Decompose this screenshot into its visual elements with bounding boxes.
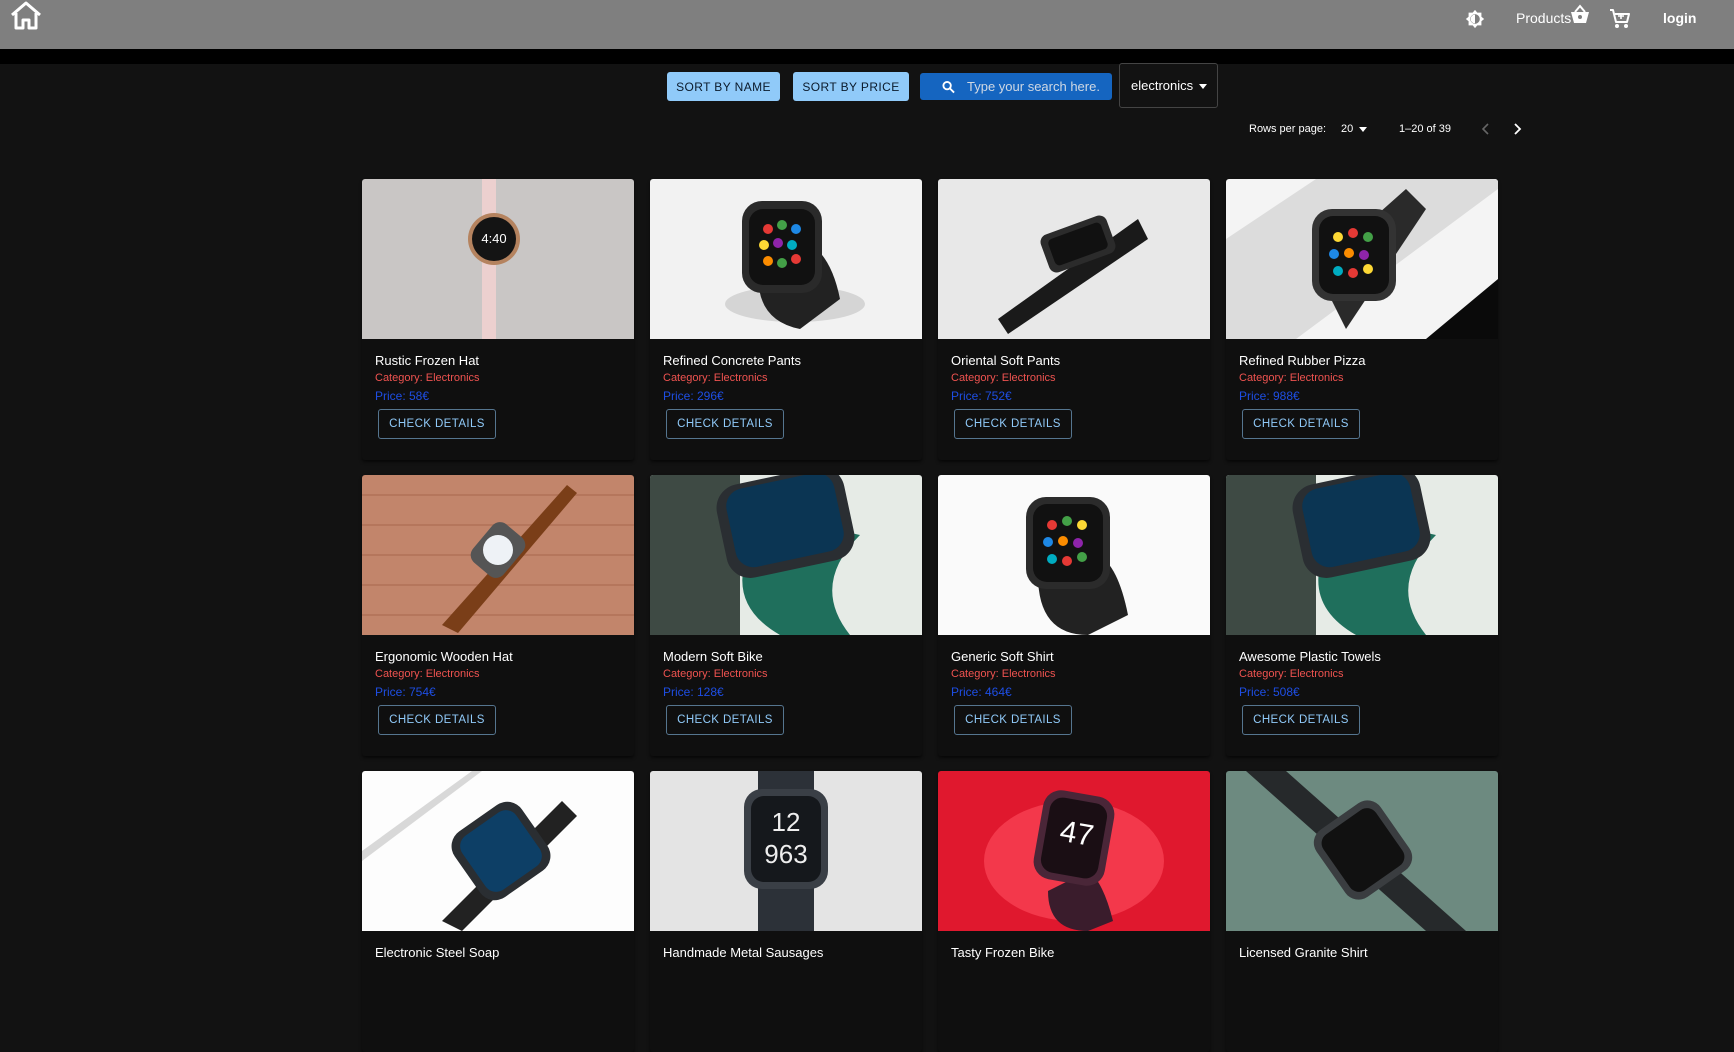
search-input[interactable] xyxy=(967,79,1112,94)
product-title: Refined Concrete Pants xyxy=(663,353,802,368)
product-card: Generic Soft Shirt Category: Electronics… xyxy=(938,475,1210,756)
shopping-basket-icon xyxy=(1571,4,1589,23)
search-field[interactable] xyxy=(920,73,1112,100)
rows-per-page-select[interactable]: 20 xyxy=(1341,123,1368,135)
product-title: Handmade Metal Sausages xyxy=(663,945,824,960)
nav-products-link[interactable]: Products xyxy=(1516,10,1571,26)
product-title: Electronic Steel Soap xyxy=(375,945,500,960)
product-title: Tasty Frozen Bike xyxy=(951,945,1055,960)
app-bar-shadow-band xyxy=(0,49,1734,64)
product-title: Oriental Soft Pants xyxy=(951,353,1061,368)
product-image: 12 963 xyxy=(650,771,922,931)
category-select[interactable]: electronics xyxy=(1119,63,1218,108)
product-image: 4:40 xyxy=(362,179,634,339)
product-title: Ergonomic Wooden Hat xyxy=(375,649,513,664)
product-category: Category: Electronics xyxy=(1239,668,1344,680)
product-card: Refined Rubber Pizza Category: Electroni… xyxy=(1226,179,1498,460)
product-image xyxy=(362,771,634,931)
product-title: Modern Soft Bike xyxy=(663,649,763,664)
product-category: Category: Electronics xyxy=(375,372,480,384)
product-price: Price: 988€ xyxy=(1239,389,1300,403)
product-card: Modern Soft Bike Category: Electronics P… xyxy=(650,475,922,756)
product-category: Category: Electronics xyxy=(951,668,1056,680)
product-category: Category: Electronics xyxy=(1239,372,1344,384)
chevron-down-icon xyxy=(1199,84,1207,89)
product-image xyxy=(650,179,922,339)
product-image xyxy=(1226,475,1498,635)
product-image xyxy=(938,475,1210,635)
brightness-icon[interactable] xyxy=(1464,8,1486,30)
previous-page-icon[interactable] xyxy=(1478,120,1494,138)
product-category: Category: Electronics xyxy=(951,372,1056,384)
product-price: Price: 752€ xyxy=(951,389,1012,403)
rows-per-page-label: Rows per page: xyxy=(1249,123,1327,135)
product-card: Licensed Granite Shirt xyxy=(1226,771,1498,1052)
product-title: Awesome Plastic Towels xyxy=(1239,649,1381,664)
product-card: 12 963 Handmade Metal Sausages xyxy=(650,771,922,1052)
product-category: Category: Electronics xyxy=(663,372,768,384)
check-details-button[interactable]: CHECK DETAILS xyxy=(378,409,496,439)
category-select-value: electronics xyxy=(1131,78,1194,93)
product-price: Price: 508€ xyxy=(1239,685,1300,699)
product-image xyxy=(650,475,922,635)
product-image: 47 xyxy=(938,771,1210,931)
product-price: Price: 296€ xyxy=(663,389,724,403)
product-card: Electronic Steel Soap xyxy=(362,771,634,1052)
product-price: Price: 464€ xyxy=(951,685,1012,699)
product-category: Category: Electronics xyxy=(663,668,768,680)
rows-per-page-value: 20 xyxy=(1341,123,1354,135)
cart-icon[interactable] xyxy=(1608,8,1632,30)
check-details-button[interactable]: CHECK DETAILS xyxy=(666,705,784,735)
product-title: Generic Soft Shirt xyxy=(951,649,1054,664)
product-image xyxy=(1226,179,1498,339)
product-price: Price: 58€ xyxy=(375,389,430,403)
check-details-button[interactable]: CHECK DETAILS xyxy=(378,705,496,735)
check-details-button[interactable]: CHECK DETAILS xyxy=(954,409,1072,439)
sort-by-name-button[interactable]: SORT BY NAME xyxy=(667,72,780,101)
svg-text:12: 12 xyxy=(772,807,801,837)
product-title: Rustic Frozen Hat xyxy=(375,353,480,368)
product-card: 4:40 Rustic Frozen Hat Category: Electro… xyxy=(362,179,634,460)
home-icon[interactable] xyxy=(9,0,43,32)
sort-by-price-button[interactable]: SORT BY PRICE xyxy=(793,72,909,101)
product-card: Awesome Plastic Towels Category: Electro… xyxy=(1226,475,1498,756)
product-image xyxy=(362,475,634,635)
svg-text:47: 47 xyxy=(1057,815,1096,853)
svg-text:4:40: 4:40 xyxy=(481,231,506,246)
chevron-down-icon xyxy=(1359,126,1368,132)
check-details-button[interactable]: CHECK DETAILS xyxy=(666,409,784,439)
product-title: Refined Rubber Pizza xyxy=(1239,353,1366,368)
product-image xyxy=(1226,771,1498,931)
check-details-button[interactable]: CHECK DETAILS xyxy=(1242,705,1360,735)
svg-text:963: 963 xyxy=(764,839,807,869)
product-price: Price: 754€ xyxy=(375,685,436,699)
product-price: Price: 128€ xyxy=(663,685,724,699)
product-image xyxy=(938,179,1210,339)
check-details-button[interactable]: CHECK DETAILS xyxy=(1242,409,1360,439)
product-title: Licensed Granite Shirt xyxy=(1239,945,1368,960)
product-card: Oriental Soft Pants Category: Electronic… xyxy=(938,179,1210,460)
next-page-icon[interactable] xyxy=(1509,120,1525,138)
pagination-range: 1–20 of 39 xyxy=(1399,123,1451,135)
product-card: 47 Tasty Frozen Bike xyxy=(938,771,1210,1052)
product-category: Category: Electronics xyxy=(375,668,480,680)
login-link[interactable]: login xyxy=(1663,10,1696,26)
product-card: Refined Concrete Pants Category: Electro… xyxy=(650,179,922,460)
search-icon xyxy=(942,80,955,93)
product-card: Ergonomic Wooden Hat Category: Electroni… xyxy=(362,475,634,756)
check-details-button[interactable]: CHECK DETAILS xyxy=(954,705,1072,735)
